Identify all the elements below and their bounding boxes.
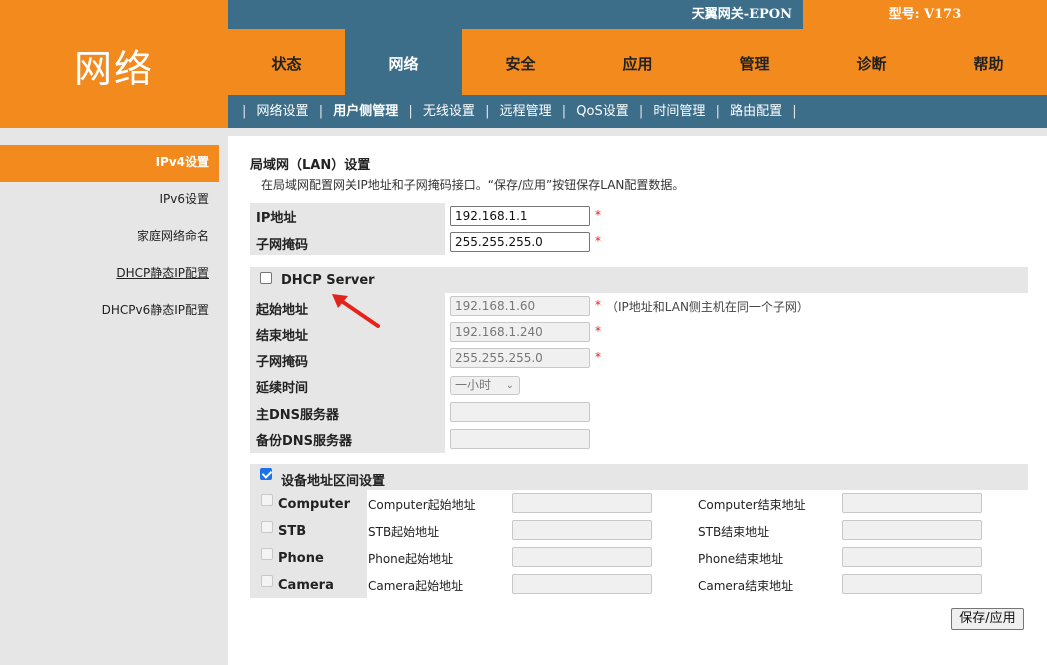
sub-nav-separator: | [715, 104, 720, 119]
subtab-routing-config[interactable]: 路由配置 [730, 104, 782, 119]
sub-nav-separator: | [792, 104, 797, 119]
save-apply-button[interactable]: 保存/应用 [951, 608, 1024, 630]
phone-checkbox[interactable] [261, 548, 273, 560]
phone-end-input[interactable] [842, 547, 982, 567]
tab-application[interactable]: 应用 [579, 29, 696, 95]
dhcp-backup-dns-label: 备份DNS服务器 [256, 434, 353, 449]
red-arrow-icon [332, 294, 380, 328]
sub-nav: | 网络设置 | 用户侧管理 | 无线设置 | 远程管理 | QoS设置 | 时… [228, 95, 1047, 128]
device-start-label: Phone起始地址 [368, 552, 454, 566]
brand-name: 天翼网关-EPON [691, 7, 792, 22]
dhcp-primary-dns-input[interactable] [450, 402, 590, 422]
stb-start-input[interactable] [512, 520, 652, 540]
logo-block: 网络 [0, 0, 228, 128]
tab-network[interactable]: 网络 [345, 29, 462, 95]
required-mark: * [595, 234, 601, 248]
computer-start-input[interactable] [512, 493, 652, 513]
device-start-label: Camera起始地址 [368, 579, 464, 593]
tab-help[interactable]: 帮助 [930, 29, 1047, 95]
required-mark: * [595, 350, 601, 364]
sidebar-item-label: DHCPv6静态IP配置 [101, 303, 209, 317]
device-end-label: Computer结束地址 [698, 498, 806, 512]
dhcp-start-input[interactable] [450, 296, 590, 316]
camera-checkbox[interactable] [261, 575, 273, 587]
device-name: Phone [278, 551, 324, 566]
device-name: Camera [278, 578, 334, 593]
dhcp-mask-input[interactable] [450, 348, 590, 368]
tab-management[interactable]: 管理 [696, 29, 813, 95]
sidebar: IPv4设置 IPv6设置 家庭网络命名 DHCP静态IP配置 DHCPv6静态… [0, 145, 228, 330]
device-end-label: Camera结束地址 [698, 579, 794, 593]
chevron-down-icon: ⌄ [505, 380, 514, 391]
dhcp-lease-select[interactable]: 一小时 ⌄ [450, 376, 520, 395]
device-start-label: STB起始地址 [368, 525, 440, 539]
subtab-time-management[interactable]: 时间管理 [653, 104, 705, 119]
tab-diagnostics[interactable]: 诊断 [813, 29, 930, 95]
camera-start-input[interactable] [512, 574, 652, 594]
dhcp-lease-value: 一小时 [455, 378, 492, 392]
device-start-label: Computer起始地址 [368, 498, 476, 512]
sidebar-item-ipv6[interactable]: IPv6设置 [0, 182, 219, 219]
dhcp-server-checkbox[interactable] [260, 272, 272, 284]
top-bar: 天翼网关-EPON 型号: V173 [228, 0, 1047, 29]
device-name: Computer [278, 497, 351, 512]
main-nav: 状态 网络 安全 应用 管理 诊断 帮助 [228, 29, 1047, 95]
sub-nav-separator: | [408, 104, 413, 119]
lan-section-title: 局域网（LAN）设置 [250, 158, 371, 173]
sidebar-item-dhcpv6-static-ip[interactable]: DHCPv6静态IP配置 [0, 293, 219, 330]
dhcp-end-label: 结束地址 [256, 329, 309, 344]
dhcp-primary-dns-label: 主DNS服务器 [256, 408, 340, 423]
stb-checkbox[interactable] [261, 521, 273, 533]
sidebar-item-ipv4[interactable]: IPv4设置 [0, 145, 219, 182]
model-number: 型号: V173 [803, 0, 1047, 29]
camera-end-input[interactable] [842, 574, 982, 594]
device-end-label: STB结束地址 [698, 525, 770, 539]
sub-nav-separator: | [242, 104, 247, 119]
sidebar-item-label: 家庭网络命名 [136, 229, 209, 243]
sidebar-item-dhcp-static-ip[interactable]: DHCP静态IP配置 [0, 256, 219, 293]
sub-nav-separator: | [485, 104, 490, 119]
device-range-title: 设备地址区间设置 [281, 474, 386, 489]
ip-address-input[interactable] [450, 206, 590, 226]
ip-address-label: IP地址 [256, 211, 297, 226]
sub-nav-separator: | [561, 104, 567, 119]
dhcp-server-title: DHCP Server [281, 273, 375, 288]
lan-section-description: 在局域网配置网关IP地址和子网掩码接口。“保存/应用”按钮保存LAN配置数据。 [261, 178, 685, 192]
dhcp-start-label: 起始地址 [256, 303, 309, 318]
subtab-remote-management[interactable]: 远程管理 [500, 104, 552, 119]
dhcp-end-input[interactable] [450, 322, 590, 342]
logo-title: 网络 [73, 47, 154, 91]
device-name: STB [278, 524, 307, 539]
subtab-user-side-management[interactable]: 用户侧管理 [333, 104, 398, 119]
dhcp-lease-label: 延续时间 [256, 381, 309, 396]
sidebar-item-home-network-name[interactable]: 家庭网络命名 [0, 219, 219, 256]
subtab-qos-settings[interactable]: QoS设置 [576, 104, 628, 119]
device-end-label: Phone结束地址 [698, 552, 784, 566]
sub-nav-separator: | [638, 104, 644, 119]
tab-security[interactable]: 安全 [462, 29, 579, 95]
subtab-wireless-settings[interactable]: 无线设置 [423, 104, 475, 119]
sub-nav-separator: | [318, 104, 324, 119]
required-mark: * [595, 298, 601, 312]
tab-status[interactable]: 状态 [228, 29, 345, 95]
required-mark: * [595, 208, 601, 222]
computer-end-input[interactable] [842, 493, 982, 513]
stb-end-input[interactable] [842, 520, 982, 540]
subtab-network-settings[interactable]: 网络设置 [257, 104, 309, 119]
subnet-mask-input[interactable] [450, 232, 590, 252]
subnet-mask-label: 子网掩码 [256, 238, 309, 253]
phone-start-input[interactable] [512, 547, 652, 567]
dhcp-mask-label: 子网掩码 [256, 355, 309, 370]
dhcp-backup-dns-input[interactable] [450, 429, 590, 449]
device-range-checkbox[interactable] [260, 468, 272, 480]
content-panel: 局域网（LAN）设置 在局域网配置网关IP地址和子网掩码接口。“保存/应用”按钮… [228, 136, 1047, 665]
required-mark: * [595, 324, 601, 338]
sidebar-item-label: IPv6设置 [159, 192, 209, 206]
sidebar-item-label: IPv4设置 [155, 155, 209, 169]
sidebar-item-label: DHCP静态IP配置 [116, 266, 209, 280]
computer-checkbox[interactable] [261, 494, 273, 506]
dhcp-start-hint: （IP地址和LAN侧主机在同一个子网） [606, 300, 809, 314]
